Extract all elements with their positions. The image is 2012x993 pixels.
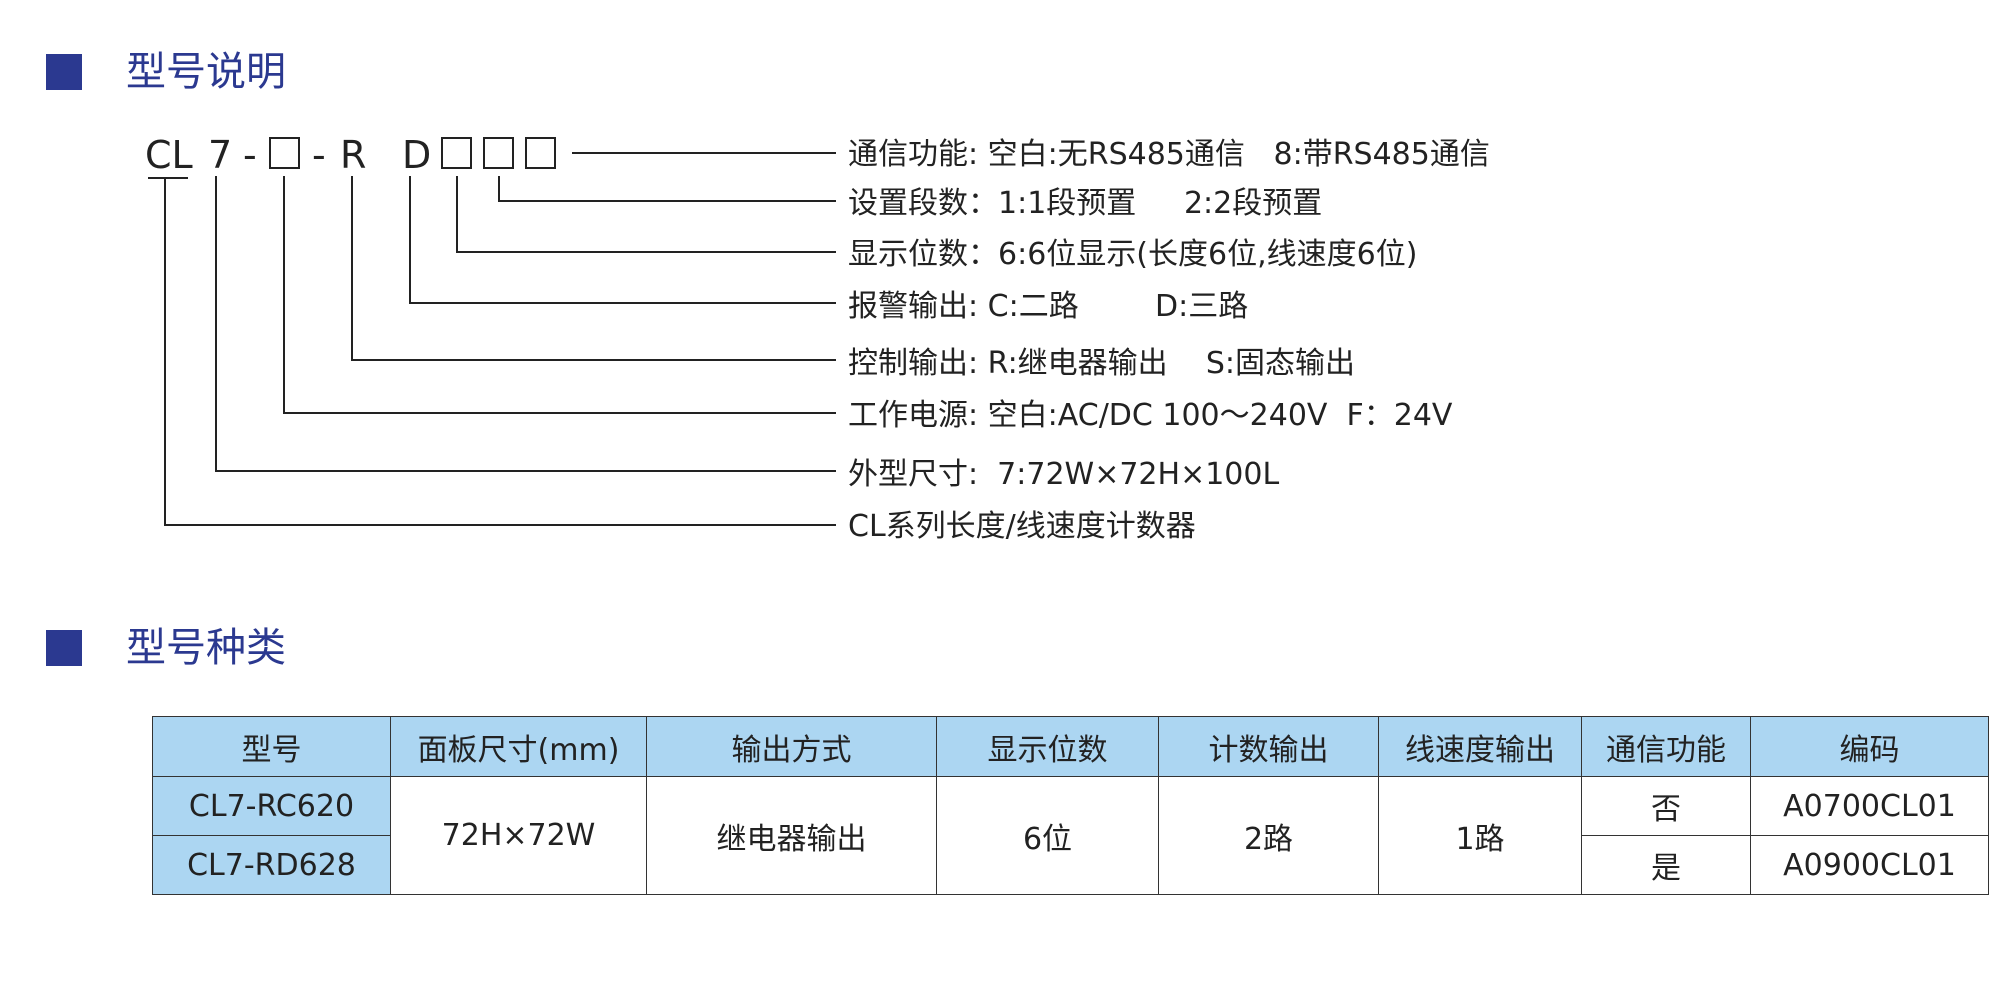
cell-output-mode: 继电器输出 — [646, 776, 937, 895]
cell-communication: 否 — [1581, 776, 1751, 836]
code-alarm: D — [402, 133, 431, 177]
code-dash-1: - — [243, 133, 257, 177]
cell-model: CL7-RD628 — [152, 835, 391, 895]
cell-code: A0900CL01 — [1750, 835, 1989, 895]
desc-control-output: 控制输出: R:继电器输出 S:固态输出 — [848, 346, 1355, 381]
code-box-segments — [483, 137, 514, 169]
cell-communication: 是 — [1581, 835, 1751, 895]
code-size: 7 — [208, 133, 232, 177]
code-box-display — [441, 137, 472, 169]
cell-count-output: 2路 — [1158, 776, 1379, 895]
desc-alarm-output: 报警输出: C:二路 D:三路 — [848, 289, 1248, 324]
header-communication: 通信功能 — [1581, 716, 1751, 777]
model-types-table: 型号 面板尺寸(mm) 输出方式 显示位数 计数输出 线速度输出 通信功能 编码… — [152, 716, 1989, 895]
code-box-comm — [525, 137, 556, 169]
cell-code: A0700CL01 — [1750, 776, 1989, 836]
header-output-mode: 输出方式 — [646, 716, 937, 777]
code-series: CL — [145, 133, 193, 177]
header-count-output: 计数输出 — [1158, 716, 1379, 777]
desc-dimensions: 外型尺寸: 7:72W×72H×100L — [848, 457, 1279, 492]
header-code: 编码 — [1750, 716, 1989, 777]
section-title-model-types: 型号种类 — [126, 625, 286, 671]
section-marker-model-types — [46, 630, 82, 666]
header-model: 型号 — [152, 716, 391, 777]
desc-display-digits: 显示位数：6:6位显示(长度6位,线速度6位) — [848, 237, 1417, 272]
desc-series: CL系列长度/线速度计数器 — [848, 509, 1196, 544]
header-panel-size: 面板尺寸(mm) — [390, 716, 647, 777]
cell-model: CL7-RC620 — [152, 776, 391, 836]
header-display-digits: 显示位数 — [936, 716, 1159, 777]
code-control: R — [340, 133, 366, 177]
cell-speed-output: 1路 — [1378, 776, 1582, 895]
code-dash-2: - — [312, 133, 326, 177]
code-box-power — [269, 137, 300, 169]
model-code-diagram: CL 7 - - R D 通信功能: 空白:无RS485通信 8:带RS485通… — [145, 133, 1490, 544]
table-header-row: 型号 面板尺寸(mm) 输出方式 显示位数 计数输出 线速度输出 通信功能 编码 — [152, 716, 1989, 777]
header-speed-output: 线速度输出 — [1378, 716, 1582, 777]
table-row: CL7-RC620 72H×72W 继电器输出 6位 2路 1路 否 A0700… — [152, 776, 1989, 895]
desc-preset-segments: 设置段数：1:1段预置 2:2段预置 — [848, 186, 1322, 221]
leader-lines — [164, 152, 836, 526]
cell-panel-size: 72H×72W — [390, 776, 647, 895]
cell-display-digits: 6位 — [936, 776, 1159, 895]
desc-power-supply: 工作电源: 空白:AC/DC 100～240V F：24V — [848, 398, 1453, 433]
desc-communication: 通信功能: 空白:无RS485通信 8:带RS485通信 — [848, 137, 1490, 172]
